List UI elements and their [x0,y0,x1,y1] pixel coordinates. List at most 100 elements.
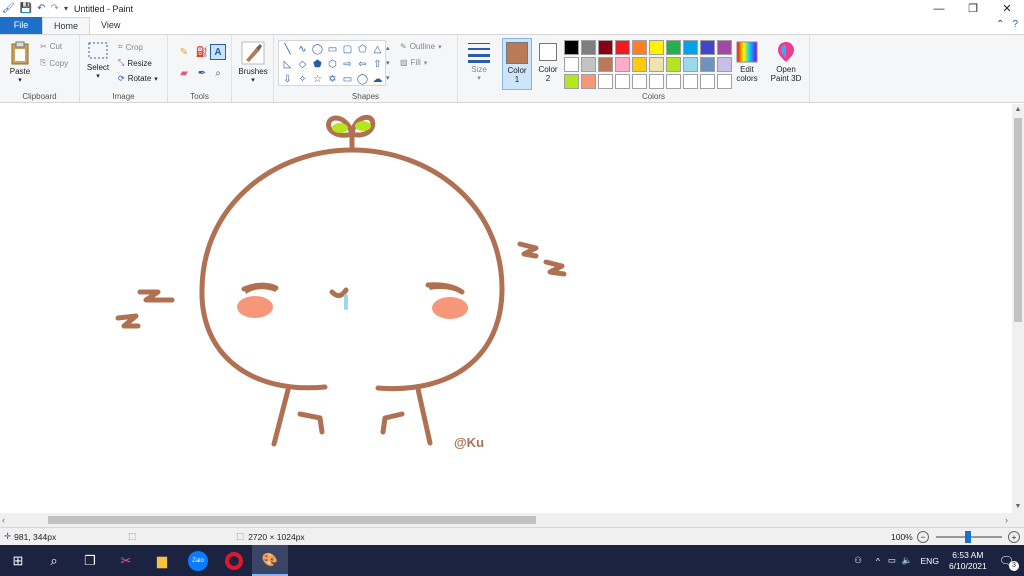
palette-swatch[interactable] [564,74,579,89]
clock[interactable]: 6:53 AM 6/10/2021 [949,550,987,572]
cut-button[interactable]: ✂ Cut [40,42,62,51]
zoom-in-button[interactable]: + [1008,530,1020,543]
polygon-shape-icon[interactable]: ⬠ [355,42,370,57]
vertical-scrollbar[interactable]: ▲ ▼ [1012,104,1024,513]
help-icon[interactable]: ? [1012,19,1018,30]
palette-swatch[interactable] [581,57,596,72]
horizontal-scrollbar[interactable]: ‹ › [0,513,1024,527]
palette-swatch[interactable] [564,40,579,55]
hexagon-shape-icon[interactable]: ⬡ [325,57,340,72]
scroll-up-icon[interactable]: ▲ [1012,104,1024,116]
right-triangle-shape-icon[interactable]: ◺ [280,57,295,72]
fill-button[interactable]: ▨ Fill ▾ [400,58,427,67]
palette-swatch[interactable] [700,74,715,89]
crop-button[interactable]: ⌗ Crop [118,42,143,52]
paint-app-icon[interactable]: 🖌 [2,0,15,17]
copy-button[interactable]: ⎘ Copy [40,58,68,68]
palette-swatch[interactable] [649,40,664,55]
palette-swatch[interactable] [683,57,698,72]
horizontal-scroll-thumb[interactable] [48,516,536,524]
palette-swatch[interactable] [632,74,647,89]
select-button[interactable]: Select ▾ [84,41,112,80]
shapes-scroll[interactable]: ▴ ▾ ▾ [386,41,390,86]
zalo-app-icon[interactable]: Zalo [180,545,216,576]
color1-button[interactable]: Color 1 [502,38,532,90]
palette-swatch[interactable] [649,57,664,72]
open-paint3d-button[interactable]: Open Paint 3D [766,41,806,83]
windows-start-icon[interactable]: ⊞ [0,545,36,576]
input-language[interactable]: ENG [921,556,939,566]
palette-swatch[interactable] [615,74,630,89]
resize-button[interactable]: ⤡ Resize [118,58,152,68]
chevron-up-icon[interactable]: ⌃ [996,19,1004,30]
close-button[interactable]: ✕ [990,0,1024,17]
eraser-icon[interactable]: ▰ [176,65,192,81]
shapes-gallery[interactable]: ╲ ∿ ◯ ▭ ▢ ⬠ △ ◺ ◇ ⬟ ⬡ ⇨ ⇦ ⇧ ⇩ ✧ ☆ ✡ ▭ ◯ … [278,40,386,86]
palette-swatch[interactable] [666,57,681,72]
tab-view[interactable]: View [90,17,131,34]
magnifier-icon[interactable]: ⌕ [210,65,226,81]
pentagon-shape-icon[interactable]: ⬟ [310,57,325,72]
palette-swatch[interactable] [717,57,732,72]
palette-swatch[interactable] [683,74,698,89]
palette-swatch[interactable] [632,57,647,72]
palette-swatch[interactable] [717,40,732,55]
five-point-star-icon[interactable]: ☆ [310,72,325,87]
restore-button[interactable]: ❐ [956,0,990,17]
scroll-left-icon[interactable]: ‹ [2,513,5,527]
customize-quick-access-icon[interactable]: ▾ [64,0,68,17]
palette-swatch[interactable] [581,74,596,89]
text-tool-icon[interactable]: A [210,44,226,60]
scroll-down-icon[interactable]: ▼ [1012,501,1024,513]
palette-swatch[interactable] [598,74,613,89]
notification-center-icon[interactable]: 🗨 3 [999,554,1019,571]
palette-swatch[interactable] [581,40,596,55]
snipping-app-icon[interactable]: ✂ [108,545,144,576]
palette-swatch[interactable] [598,40,613,55]
callout-rect-icon[interactable]: ▭ [340,72,355,87]
six-point-star-icon[interactable]: ✡ [325,72,340,87]
palette-swatch[interactable] [632,40,647,55]
palette-swatch[interactable] [666,40,681,55]
palette-swatch[interactable] [615,40,630,55]
save-icon[interactable]: 💾 [20,0,32,17]
undo-icon[interactable]: ↶ [37,0,45,17]
rotate-button[interactable]: ⟳ Rotate ▾ [118,74,158,83]
right-arrow-shape-icon[interactable]: ⇨ [340,57,355,72]
zoom-out-button[interactable]: − [917,530,929,543]
outline-button[interactable]: ✎ Outline ▾ [400,42,442,51]
tab-home[interactable]: Home [42,17,91,34]
pencil-icon[interactable]: ✎ [176,44,192,60]
callout-cloud-icon[interactable]: ☁ [370,72,385,87]
minimize-button[interactable]: — [922,0,956,17]
palette-swatch[interactable] [700,40,715,55]
triangle-shape-icon[interactable]: △ [370,42,385,57]
curve-shape-icon[interactable]: ∿ [295,42,310,57]
up-arrow-shape-icon[interactable]: ⇧ [370,57,385,72]
paste-button[interactable]: Paste ▾ [6,41,34,84]
file-explorer-icon[interactable]: ▆ [144,545,180,576]
palette-swatch[interactable] [717,74,732,89]
palette-swatch[interactable] [683,40,698,55]
callout-oval-icon[interactable]: ◯ [355,72,370,87]
down-arrow-shape-icon[interactable]: ⇩ [280,72,295,87]
palette-swatch[interactable] [615,57,630,72]
volume-icon[interactable]: 🔈 [902,555,913,566]
palette-swatch[interactable] [700,57,715,72]
paint-taskbar-icon[interactable]: 🎨 [252,545,288,576]
rectangle-shape-icon[interactable]: ▭ [325,42,340,57]
brushes-button[interactable]: Brushes ▾ [236,41,270,84]
palette-swatch[interactable] [666,74,681,89]
redo-icon[interactable]: ↷ [51,0,59,17]
opera-browser-icon[interactable] [216,545,252,576]
task-view-icon[interactable]: ❐ [72,545,108,576]
four-point-star-icon[interactable]: ✧ [295,72,310,87]
palette-swatch[interactable] [564,57,579,72]
left-arrow-shape-icon[interactable]: ⇦ [355,57,370,72]
search-icon[interactable]: ⌕ [36,545,72,576]
people-icon[interactable]: ⚇ [854,555,862,566]
palette-swatch[interactable] [598,57,613,72]
oval-shape-icon[interactable]: ◯ [310,42,325,57]
diamond-shape-icon[interactable]: ◇ [295,57,310,72]
color2-button[interactable]: Color 2 [534,38,562,90]
